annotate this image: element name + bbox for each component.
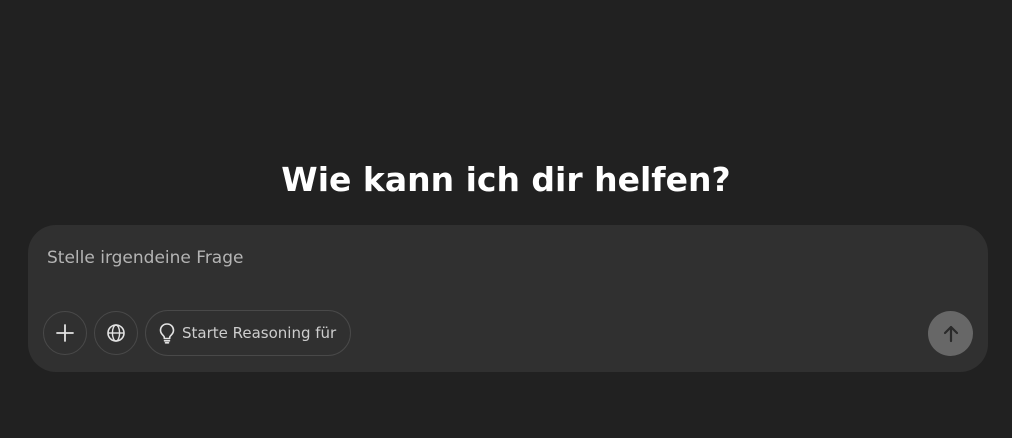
- send-button[interactable]: [928, 311, 973, 356]
- attach-button[interactable]: [43, 311, 87, 355]
- reasoning-button[interactable]: Starte Reasoning für: [145, 310, 352, 356]
- chat-home: Wie kann ich dir helfen? Stelle irgendei…: [0, 0, 1012, 438]
- web-search-button[interactable]: [94, 311, 138, 355]
- page-title: Wie kann ich dir helfen?: [281, 160, 731, 199]
- reasoning-label: Starte Reasoning für: [182, 324, 337, 342]
- prompt-input[interactable]: [47, 243, 947, 273]
- lightbulb-icon: [158, 322, 176, 344]
- composer: Starte Reasoning für: [28, 225, 988, 372]
- plus-icon: [55, 323, 75, 343]
- globe-icon: [106, 323, 126, 343]
- composer-toolbar: Starte Reasoning für: [43, 310, 352, 356]
- arrow-up-icon: [941, 324, 961, 344]
